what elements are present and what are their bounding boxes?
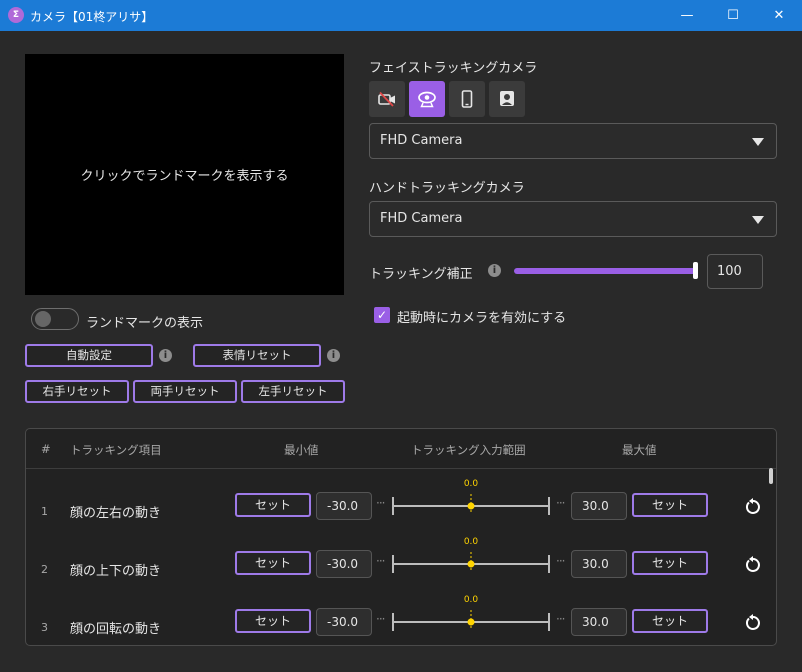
tracking-correction-slider[interactable] [514,268,696,274]
dots: ··· [556,496,566,510]
header-max: 最大値 [622,443,657,457]
row-name: 顔の回転の動き [70,622,162,637]
window-title: カメラ【01柊アリサ】 [30,10,154,24]
max-value-input[interactable]: 30.0 [571,608,627,636]
min-value-input[interactable]: -30.0 [316,608,372,636]
left-hand-reset-button[interactable]: 左手リセット [241,380,345,403]
slider-thumb[interactable] [693,262,698,279]
minimize-button[interactable]: — [664,0,710,31]
dots: ··· [376,554,386,568]
header-item: トラッキング項目 [70,443,162,457]
dots: ··· [376,612,386,626]
table-row: 3 顔の回転の動き セット -30.0 ··· 0.0 ··· 30.0 セット [26,594,776,645]
header-index: # [41,442,51,456]
person-camera-icon [500,91,514,106]
row-name: 顔の左右の動き [70,506,162,521]
maximize-button[interactable]: ☐ [710,0,756,31]
dots: ··· [556,554,566,568]
reset-icon[interactable] [744,614,762,632]
range-indicator [392,552,550,573]
tracking-correction-input[interactable]: 100 [707,254,763,289]
landmark-toggle-label: ランドマークの表示 [86,316,204,331]
app-icon: Σ [8,7,24,23]
camera-off-button[interactable] [369,81,405,117]
enable-on-start-checkbox[interactable]: ✓ [374,307,390,323]
reset-icon[interactable] [744,556,762,574]
person-camera-button[interactable] [489,81,525,117]
tracking-table: # トラッキング項目 最小値 トラッキング入力範囲 最大値 1 顔の左右の動き … [25,428,777,646]
max-value-input[interactable]: 30.0 [571,492,627,520]
range-indicator [392,494,550,515]
chevron-down-icon [752,216,764,224]
camera-off-icon [378,91,395,107]
tracking-correction-label: トラッキング補正 [369,267,473,282]
row-index: 2 [41,563,48,576]
hand-camera-select[interactable]: FHD Camera [369,201,777,237]
right-hand-reset-button[interactable]: 右手リセット [25,380,129,403]
header-range: トラッキング入力範囲 [411,443,526,457]
enable-on-start-label: 起動時にカメラを有効にする [397,311,567,326]
row-name: 顔の上下の動き [70,564,162,579]
title-bar: Σ カメラ【01柊アリサ】 — ☐ ✕ [0,0,802,31]
header-min: 最小値 [284,443,319,457]
preview-hint: クリックでランドマークを表示する [80,169,289,184]
table-row: 1 顔の左右の動き セット -30.0 ··· 0.0 ··· 30.0 セット [26,478,776,536]
max-value-input[interactable]: 30.0 [571,550,627,578]
landmark-toggle[interactable] [31,308,79,330]
set-max-button[interactable]: セット [632,493,708,517]
set-min-button[interactable]: セット [235,609,311,633]
set-min-button[interactable]: セット [235,493,311,517]
smartphone-button[interactable] [449,81,485,117]
both-hands-reset-button[interactable]: 両手リセット [133,380,237,403]
smartphone-icon [461,90,473,108]
face-camera-select[interactable]: FHD Camera [369,123,777,159]
row-index: 1 [41,505,48,518]
dots: ··· [376,496,386,510]
face-camera-value: FHD Camera [380,133,463,148]
dots: ··· [556,612,566,626]
webcam-icon [418,91,436,108]
hand-camera-value: FHD Camera [380,211,463,226]
auto-setup-button[interactable]: 自動設定 [25,344,153,367]
chevron-down-icon [752,138,764,146]
hand-camera-label: ハンドトラッキングカメラ [369,181,525,196]
camera-preview[interactable]: クリックでランドマークを表示する [25,54,344,295]
table-row: 2 顔の上下の動き セット -30.0 ··· 0.0 ··· 30.0 セット [26,536,776,594]
min-value-input[interactable]: -30.0 [316,492,372,520]
reset-icon[interactable] [744,498,762,516]
tracking-correction-info-icon[interactable]: i [488,264,501,277]
table-header: # トラッキング項目 最小値 トラッキング入力範囲 最大値 [26,429,776,469]
face-camera-label: フェイストラッキングカメラ [369,61,538,76]
expression-reset-button[interactable]: 表情リセット [193,344,321,367]
set-min-button[interactable]: セット [235,551,311,575]
expression-reset-info-icon[interactable]: i [327,349,340,362]
range-indicator [392,610,550,631]
webcam-button[interactable] [409,81,445,117]
set-max-button[interactable]: セット [632,609,708,633]
auto-setup-info-icon[interactable]: i [159,349,172,362]
table-scrollbar[interactable] [769,468,773,484]
set-max-button[interactable]: セット [632,551,708,575]
close-button[interactable]: ✕ [756,0,802,31]
min-value-input[interactable]: -30.0 [316,550,372,578]
toggle-knob [35,311,51,327]
row-index: 3 [41,621,48,634]
